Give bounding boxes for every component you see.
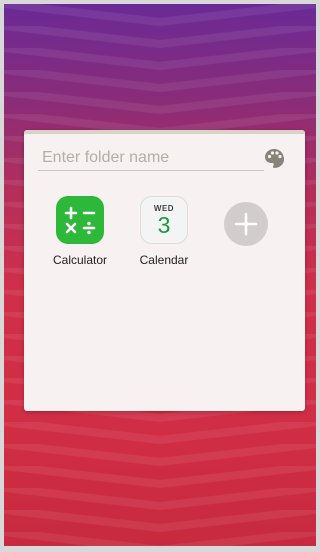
calendar-icon: WED 3	[140, 196, 188, 244]
folder-popup: Calculator WED 3 Calendar	[24, 130, 305, 411]
calendar-date: 3	[157, 212, 171, 238]
folder-name-input[interactable]	[38, 146, 264, 171]
folder-top-border	[24, 130, 305, 134]
device-frame: Calculator WED 3 Calendar	[0, 0, 320, 552]
plus-icon	[234, 212, 258, 236]
calculator-icon	[56, 196, 104, 244]
add-app-button[interactable]	[224, 202, 268, 246]
app-label-calculator: Calculator	[52, 253, 108, 267]
palette-icon[interactable]	[262, 146, 286, 170]
app-calendar[interactable]: WED 3 Calendar	[132, 196, 196, 267]
app-label-calendar: Calendar	[139, 253, 189, 267]
app-calculator[interactable]: Calculator	[48, 196, 112, 267]
